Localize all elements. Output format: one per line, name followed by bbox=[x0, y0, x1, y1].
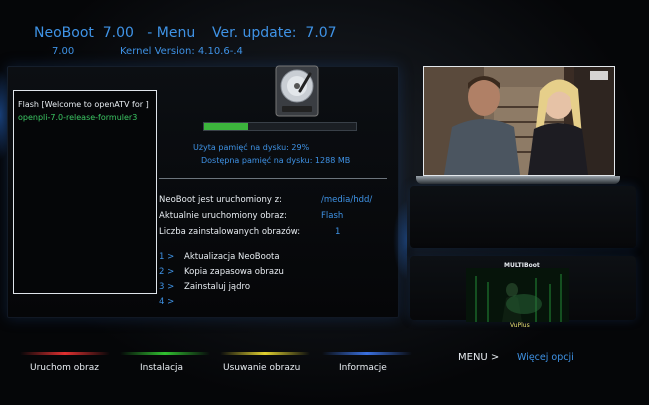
status-value-location: /media/hdd/ bbox=[321, 195, 373, 205]
disk-usage-bar bbox=[203, 122, 357, 131]
current-version: 7.00 bbox=[52, 46, 75, 57]
disk-free-text: Dostępna pamięć na dysku: 1288 MB bbox=[201, 156, 351, 165]
preview-stand bbox=[416, 176, 620, 184]
install-button[interactable]: Instalacja bbox=[140, 363, 183, 373]
status-label-location: NeoBoot jest uruchomiony z: bbox=[159, 195, 282, 205]
status-label-image: Aktualnie uruchomiony obraz: bbox=[159, 211, 287, 221]
menu-option-update[interactable]: Aktualizacja NeoBoota bbox=[184, 252, 280, 262]
green-key-indicator bbox=[120, 352, 210, 355]
info-button[interactable]: Informacje bbox=[339, 363, 387, 373]
side-panel bbox=[410, 186, 636, 248]
kernel-version: Kernel Version: 4.10.6-.4 bbox=[120, 46, 243, 57]
yellow-key-indicator bbox=[220, 352, 310, 355]
hard-disk-icon bbox=[274, 64, 320, 118]
app-title: NeoBoot 7.00 - Menu bbox=[34, 25, 196, 41]
list-item-flash[interactable]: Flash [Welcome to openATV for ] bbox=[18, 100, 149, 109]
status-value-count: 1 bbox=[335, 227, 341, 237]
menu-key-1: 1 > bbox=[159, 252, 175, 262]
remove-image-button[interactable]: Usuwanie obrazu bbox=[223, 363, 300, 373]
image-list[interactable]: Flash [Welcome to openATV for ] openpli-… bbox=[13, 90, 157, 294]
disk-used-text: Użyta pamięć na dysku: 29% bbox=[193, 143, 310, 152]
boot-image-button[interactable]: Uruchom obraz bbox=[30, 363, 99, 373]
update-version: Ver. update: 7.07 bbox=[212, 25, 337, 41]
disk-usage-fill bbox=[204, 123, 249, 130]
status-value-image: Flash bbox=[321, 211, 344, 221]
red-key-indicator bbox=[20, 352, 110, 355]
list-item-openpli[interactable]: openpli-7.0-release-formuler3 bbox=[18, 113, 137, 122]
video-preview bbox=[423, 66, 615, 176]
multiboot-title: MULTIBoot bbox=[504, 262, 540, 269]
menu-option-backup[interactable]: Kopia zapasowa obrazu bbox=[184, 267, 284, 277]
panel-glow bbox=[393, 200, 407, 280]
divider bbox=[159, 178, 387, 179]
blue-key-indicator bbox=[322, 352, 412, 355]
multiboot-subtitle: VuPlus bbox=[510, 322, 530, 329]
multiboot-logo bbox=[466, 268, 569, 322]
menu-key-4: 4 > bbox=[159, 297, 175, 307]
more-options-link[interactable]: Więcej opcji bbox=[517, 352, 574, 363]
status-label-count: Liczba zainstalowanych obrazów: bbox=[159, 227, 301, 237]
menu-key-2: 2 > bbox=[159, 267, 175, 277]
menu-option-kernel[interactable]: Zainstaluj jądro bbox=[184, 282, 250, 292]
menu-key-label[interactable]: MENU > bbox=[458, 352, 499, 363]
menu-key-3: 3 > bbox=[159, 282, 175, 292]
